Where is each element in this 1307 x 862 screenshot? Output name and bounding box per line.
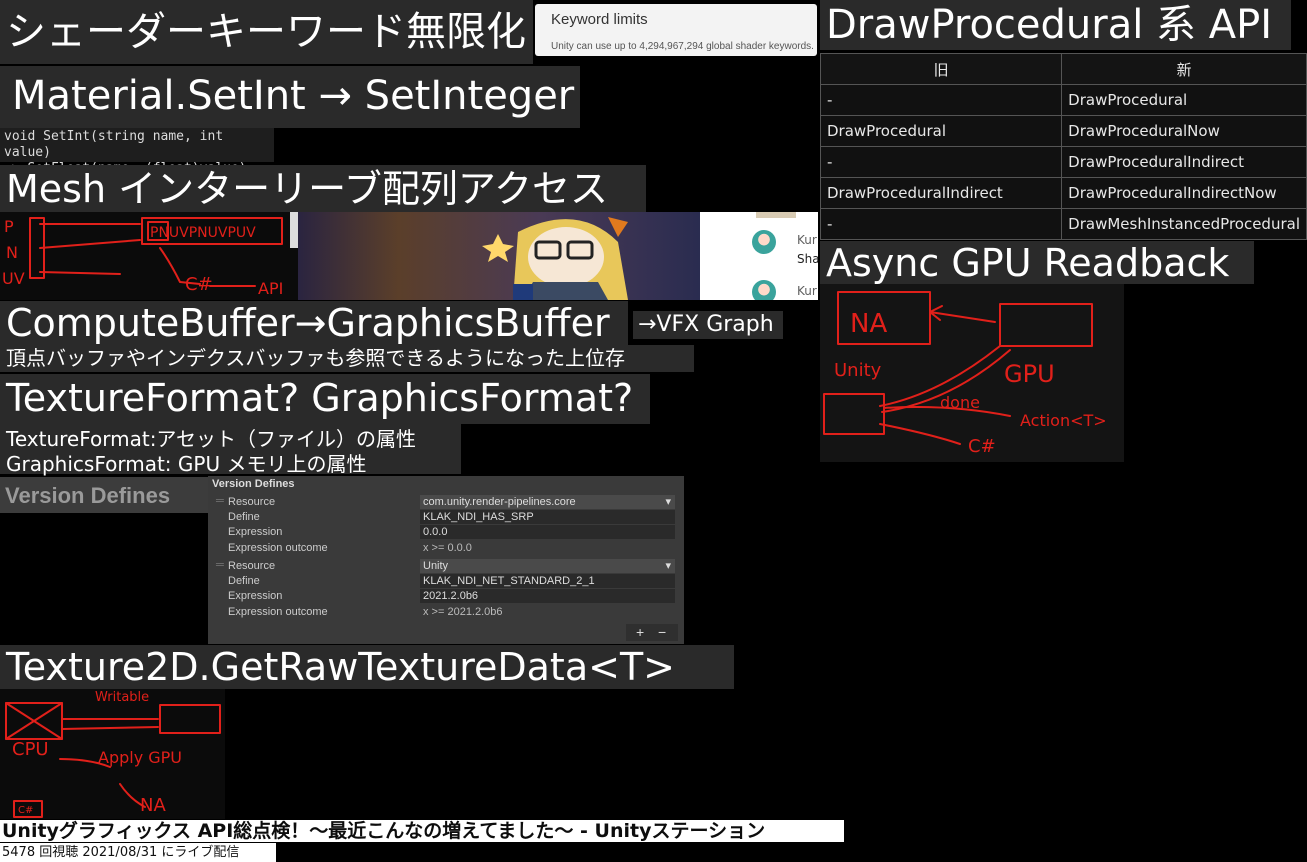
keyword-limits-text: Unity can use up to 4,294,967,294 global… (551, 41, 814, 52)
mesh-label-uv: UV (2, 269, 25, 288)
table-cell: - (819, 84, 1063, 116)
remove-button[interactable]: − (658, 624, 666, 640)
caption-texture-format: TextureFormat? GraphicsFormat? (0, 374, 650, 424)
table-row: DrawProceduralIndirect DrawProceduralInd… (819, 177, 1307, 209)
vd-row-outcome: Expression outcome x >= 2021.2.0b6 (208, 605, 678, 620)
expression-outcome: x >= 2021.2.0b6 (423, 606, 503, 618)
resource-dropdown[interactable]: com.unity.render-pipelines.core ▾ (420, 495, 675, 509)
video-frame-character (298, 212, 700, 300)
table-row: - DrawProcedural (819, 84, 1307, 116)
caption-raw-texture: Texture2D.GetRawTextureData<T> (0, 645, 734, 689)
async-label-action: Action<T> (1020, 411, 1107, 430)
table-row: - DrawProceduralIndirect (819, 146, 1307, 178)
mesh-label-api: API (258, 279, 283, 298)
table-header-old: 旧 (819, 53, 1063, 85)
caption-async-readback: Async GPU Readback (820, 241, 1254, 284)
mesh-sketch: P N UV PNUVPNUVPUV C# API (0, 212, 298, 300)
texture-format-desc: TextureFormat:アセット（ファイル）の属性 GraphicsForm… (0, 424, 461, 476)
vd-row-define: Define KLAK_NDI_HAS_SRP (208, 510, 678, 525)
table-cell: DrawProceduralIndirect (819, 177, 1063, 209)
video-meta: 5478 回視聴 2021/08/31 にライブ配信 (0, 843, 276, 862)
async-label-csharp: C# (968, 436, 996, 457)
caption-shader-keyword: シェーダーキーワード無限化 (0, 0, 533, 64)
code-snippet: void SetInt(string name, int value) => S… (0, 128, 274, 176)
draw-procedural-table: 旧 新 - DrawProcedural DrawProcedural Draw… (819, 53, 1307, 240)
mesh-label-n: N (6, 243, 18, 262)
resource-dropdown[interactable]: Unity ▾ (420, 559, 675, 573)
vd-row-expression: Expression 2021.2.0b6 (208, 589, 678, 604)
avatar (752, 280, 776, 300)
define-field[interactable]: KLAK_NDI_HAS_SRP (420, 510, 675, 524)
drag-handle-icon[interactable]: ═ (216, 495, 224, 507)
expression-field[interactable]: 2021.2.0b6 (420, 589, 675, 603)
chat-author: Kur (797, 284, 817, 298)
async-label-unity: Unity (834, 360, 882, 381)
table-cell: DrawProceduralIndirectNow (1061, 177, 1307, 209)
caption-vfx-graph: →VFX Graph (633, 311, 783, 339)
async-label-gpu: GPU (1004, 360, 1055, 388)
table-cell: DrawProcedural (819, 115, 1063, 147)
chevron-down-icon: ▾ (665, 496, 671, 508)
add-button[interactable]: + (636, 624, 644, 640)
list-footer: + − (626, 624, 678, 641)
texture-format-desc-2: GraphicsFormat: GPU メモリ上の属性 (6, 452, 367, 476)
table-cell: DrawMeshInstancedProcedural (1061, 208, 1307, 240)
code-line-1: void SetInt(string name, int value) (4, 129, 224, 160)
vd-row-define: Define KLAK_NDI_NET_STANDARD_2_1 (208, 574, 678, 589)
vd-row-resource: ═ Resource Unity ▾ (208, 559, 678, 574)
keyword-limits-title: Keyword limits (551, 11, 648, 28)
define-field[interactable]: KLAK_NDI_NET_STANDARD_2_1 (420, 574, 675, 588)
chat-panel: Kur Sha Kur (700, 212, 818, 300)
caption-version-defines: Version Defines (0, 477, 208, 513)
mesh-label-p: P (4, 217, 14, 236)
chat-message: Sha (797, 252, 818, 266)
table-cell: DrawProcedural (1061, 84, 1307, 116)
caption-mesh-interleave: Mesh インターリーブ配列アクセス (0, 165, 646, 212)
keyword-limits-panel: Keyword limits Unity can use up to 4,294… (535, 4, 817, 56)
avatar (752, 230, 776, 254)
table-cell: - (819, 146, 1063, 178)
drag-handle-icon[interactable]: ═ (216, 559, 224, 571)
raw-label-csharp: C# (18, 805, 33, 816)
vd-row-expression: Expression 0.0.0 (208, 525, 678, 540)
version-defines-header: Version Defines (212, 478, 295, 490)
caption-draw-procedural: DrawProcedural 系 API (820, 0, 1291, 50)
chat-author: Kur (797, 233, 817, 247)
table-row: DrawProcedural DrawProceduralNow (819, 115, 1307, 147)
vd-row-outcome: Expression outcome x >= 0.0.0 (208, 541, 678, 556)
table-header-new: 新 (1061, 53, 1307, 85)
async-label-done: done (940, 393, 980, 412)
sparkle-icon (482, 234, 514, 262)
raw-label-cpu: CPU (12, 739, 49, 760)
table-cell: - (819, 208, 1063, 240)
expression-field[interactable]: 0.0.0 (420, 525, 675, 539)
vd-row-resource: ═ Resource com.unity.render-pipelines.co… (208, 495, 678, 510)
caption-buffer-desc: 頂点バッファやインデクスバッファも参照できるようになった上位存 (0, 345, 694, 372)
raw-texture-sketch: Writable CPU Apply GPU NA C# (0, 689, 225, 819)
table-row: - DrawMeshInstancedProcedural (819, 208, 1307, 240)
caption-setint: Material.SetInt → SetInteger (0, 66, 580, 128)
async-readback-sketch: NA Unity GPU done Action<T> C# (820, 284, 1124, 462)
texture-format-desc-1: TextureFormat:アセット（ファイル）の属性 (6, 427, 417, 451)
video-title[interactable]: Unityグラフィックス API総点検！〜最近こんなの増えてました〜 - Uni… (0, 820, 844, 842)
async-label-na: NA (850, 309, 887, 339)
mesh-label-csharp: C# (185, 274, 213, 295)
raw-label-na: NA (140, 795, 166, 816)
chevron-down-icon: ▾ (665, 560, 671, 572)
caption-compute-buffer: ComputeBuffer→GraphicsBuffer (0, 301, 628, 345)
table-cell: DrawProceduralNow (1061, 115, 1307, 147)
raw-label-apply: Apply GPU (98, 748, 182, 767)
mesh-label-interleave: PNUVPNUVPUV (150, 225, 256, 241)
expression-outcome: x >= 0.0.0 (423, 542, 472, 554)
version-defines-panel: Version Defines ═ Resource com.unity.ren… (208, 476, 684, 644)
table-cell: DrawProceduralIndirect (1061, 146, 1307, 178)
raw-label-writable: Writable (95, 690, 149, 705)
